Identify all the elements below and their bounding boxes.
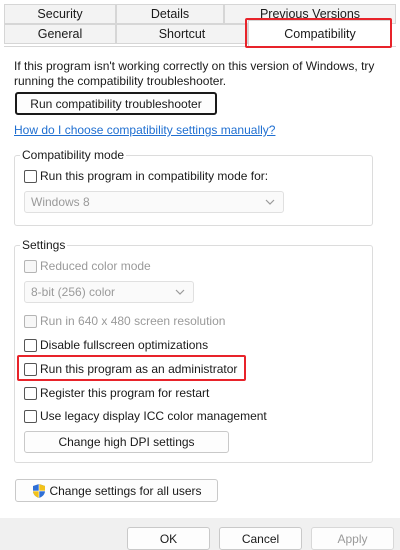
compat-mode-select-value: Windows 8 [31, 195, 90, 209]
tab-general[interactable]: General [4, 24, 116, 44]
legacy-icc-label: Use legacy display ICC color management [40, 409, 267, 423]
tab-shortcut[interactable]: Shortcut [116, 24, 248, 44]
tab-compatibility-label: Compatibility [284, 26, 356, 41]
run-as-admin-checkbox[interactable] [24, 362, 37, 376]
reduced-color-label: Reduced color mode [40, 259, 151, 273]
uac-shield-icon [33, 483, 46, 498]
compat-mode-checkbox-row[interactable]: Run this program in compatibility mode f… [24, 168, 268, 184]
change-dpi-button[interactable]: Change high DPI settings [24, 431, 229, 453]
ok-button[interactable]: OK [127, 527, 210, 550]
resolution-label: Run in 640 x 480 screen resolution [40, 314, 226, 328]
compat-mode-select: Windows 8 [24, 191, 284, 213]
tab-general-label: General [37, 27, 83, 41]
resolution-checkbox [24, 314, 37, 328]
register-restart-checkbox-row[interactable]: Register this program for restart [24, 385, 209, 401]
manual-settings-link[interactable]: How do I choose compatibility settings m… [14, 123, 275, 138]
tab-security[interactable]: Security [4, 4, 116, 24]
compatibility-mode-label: Compatibility mode [20, 148, 127, 162]
run-as-admin-checkbox-row[interactable]: Run this program as an administrator [24, 361, 237, 377]
resolution-checkbox-row: Run in 640 x 480 screen resolution [24, 313, 225, 329]
disable-fullscreen-checkbox-row[interactable]: Disable fullscreen optimizations [24, 337, 208, 353]
tab-shortcut-label: Shortcut [158, 27, 206, 41]
run-troubleshooter-button[interactable]: Run compatibility troubleshooter [15, 92, 217, 115]
disable-fullscreen-label: Disable fullscreen optimizations [40, 338, 209, 352]
reduced-color-checkbox-row: Reduced color mode [24, 258, 151, 274]
chevron-down-icon [265, 199, 275, 205]
change-settings-all-users-label: Change settings for all users [49, 483, 202, 498]
intro-text: If this program isn't working correctly … [14, 59, 375, 88]
apply-button[interactable]: Apply [311, 527, 394, 550]
change-settings-all-users-button[interactable]: Change settings for all users [15, 479, 218, 502]
legacy-icc-checkbox-row[interactable]: Use legacy display ICC color management [24, 408, 267, 424]
tab-compatibility[interactable]: Compatibility [248, 20, 392, 46]
disable-fullscreen-checkbox[interactable] [24, 338, 37, 352]
compat-mode-checkbox-label: Run this program in compatibility mode f… [40, 169, 269, 183]
tab-details[interactable]: Details [116, 4, 224, 24]
tab-previous-versions-label: Previous Versions [259, 7, 361, 21]
run-as-admin-label: Run this program as an administrator [40, 362, 238, 376]
chevron-down-icon [175, 289, 185, 295]
compat-mode-checkbox[interactable] [24, 169, 37, 183]
reduced-color-checkbox [24, 259, 37, 273]
tab-details-label: Details [150, 7, 190, 21]
tab-security-label: Security [37, 7, 83, 21]
color-depth-select: 8-bit (256) color [24, 281, 194, 303]
cancel-button[interactable]: Cancel [219, 527, 302, 550]
legacy-icc-checkbox[interactable] [24, 409, 37, 423]
register-restart-checkbox[interactable] [24, 386, 37, 400]
color-depth-value: 8-bit (256) color [31, 285, 116, 299]
properties-dialog: Security Details Previous Versions Gener… [0, 0, 400, 550]
settings-label: Settings [20, 238, 68, 252]
register-restart-label: Register this program for restart [40, 386, 210, 400]
